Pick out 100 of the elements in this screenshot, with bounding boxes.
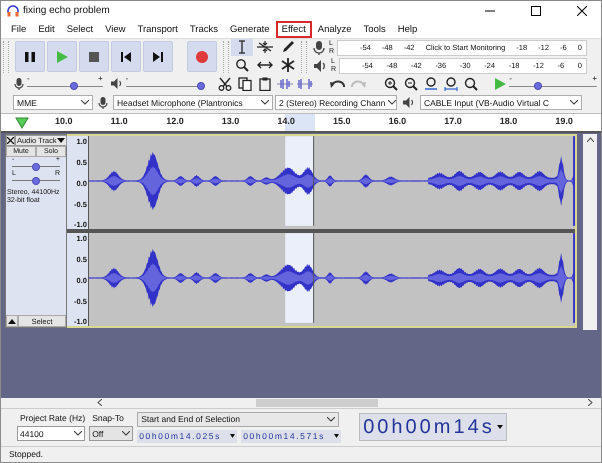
asterisk-icon [281,58,295,72]
selection-start-time[interactable]: 00h00m14.025s [137,430,238,443]
close-icon [7,137,14,144]
menu-item[interactable]: View [99,20,132,38]
pencil-icon [281,40,295,54]
zoom-in-icon [384,76,398,91]
zoom-out-icon [404,76,418,91]
project-rate-label: Project Rate (Hz) [19,413,86,424]
timeline-label: 14.0 [277,116,295,126]
menu-item[interactable]: Tools [358,20,392,38]
slider-thumb[interactable] [534,82,542,90]
skip-to-start-button[interactable] [111,41,141,72]
slider-min-label: - [26,74,30,83]
caret-icon [570,100,578,106]
menu-item[interactable]: File [5,20,32,38]
selection-mode-dropdown[interactable]: Start and End of Selection [137,412,340,427]
stop-button[interactable] [79,41,109,72]
menu-item[interactable]: Generate [224,20,276,38]
slider-thumb[interactable] [32,177,40,186]
magnifier-icon [464,76,478,91]
caret-icon [334,434,340,438]
envelope-icon [257,40,273,54]
status-text: Stopped. [9,449,44,460]
triangle-up-icon [8,318,16,324]
menu-item[interactable]: Effect [276,20,312,38]
speaker-icon[interactable] [313,58,327,73]
skip-to-end-button[interactable] [143,41,173,72]
snap-to-dropdown[interactable]: Off [89,426,134,442]
fit-project-icon [444,76,458,91]
caret-icon [388,100,396,106]
trim-icon [276,78,293,90]
fit-selection-icon [424,76,438,91]
recording-volume-slider[interactable]: - + [26,76,103,91]
slider-min-label: - [126,74,128,83]
caret-icon [261,100,269,106]
i-beam-icon [236,40,248,54]
maximize-icon[interactable] [531,6,541,16]
scroll-right-icon[interactable] [588,399,593,406]
audio-host-dropdown[interactable]: MME [13,95,93,110]
menu-item[interactable]: Help [392,20,424,38]
caret-icon [74,431,82,436]
play-at-speed-slider[interactable]: - + [509,76,597,91]
close-track-button[interactable] [6,135,15,146]
scroll-up-icon[interactable] [586,137,594,142]
selection-tool-button[interactable] [231,38,253,56]
menu-item[interactable]: Transport [132,20,184,38]
copy-icon [238,76,252,91]
close-icon[interactable] [577,6,587,16]
audio-position-time[interactable]: 00h00m14s [359,413,508,442]
waveform-drawing[interactable] [88,233,575,324]
menu-item[interactable]: Select [60,20,100,38]
window-title: fixing echo problem [23,5,110,16]
timeline-label: 12.0 [166,116,184,126]
slider-thumb[interactable] [197,82,206,90]
skip-to-start-icon [120,50,132,63]
skip-to-end-icon [152,50,164,63]
play-icon [492,76,507,91]
silence-icon [296,78,313,90]
selection-end-time[interactable]: 00h00m14.571s [241,430,342,443]
scroll-left-icon[interactable] [97,399,102,406]
timeline-label: 11.0 [110,116,128,126]
caret-icon [56,138,65,144]
project-rate-combo[interactable]: 44100 [17,426,86,442]
slider-thumb[interactable] [32,163,40,172]
record-icon [195,50,209,64]
slider-max-label: + [98,74,103,83]
caret-icon [81,100,89,106]
caret-icon [497,425,504,430]
caret-icon [230,434,236,438]
speaker-icon [402,96,415,110]
caret-icon [122,431,130,436]
playback-device-dropdown[interactable]: CABLE Input (VB-Audio Virtual C [420,95,582,110]
timeline-label: 17.0 [444,116,462,126]
scrollbar-thumb[interactable] [256,398,378,407]
collapse-button[interactable] [6,315,18,328]
stop-icon [88,50,100,63]
waveform-drawing[interactable] [88,136,575,226]
timeline-label: 19.0 [555,116,573,126]
menu-item[interactable]: Tracks [184,20,224,38]
microphone-icon [98,96,108,110]
slider-thumb[interactable] [70,82,78,90]
scissors-icon [218,76,232,91]
slider-min-label: - [509,74,512,83]
pin-playhead-icon[interactable] [15,116,29,129]
timeline-label: 13.0 [222,116,240,126]
timeline-label: 10.0 [55,116,73,126]
play-icon [55,50,69,64]
menu-item[interactable]: Analyze [312,20,358,38]
recording-device-dropdown[interactable]: Headset Microphone (Plantronics [113,95,273,110]
snap-to-label: Snap-To [91,413,125,424]
pause-icon [24,50,36,63]
timeline-label: 15.0 [333,116,351,126]
menu-item[interactable]: Edit [32,20,61,38]
microphone-icon [14,76,24,91]
pause-button[interactable] [15,41,45,72]
recording-channels-dropdown[interactable]: 2 (Stereo) Recording Chann [275,95,397,110]
timeline-label: 16.0 [388,116,406,126]
clipboard-icon [258,76,272,91]
headphones-icon [7,4,19,17]
microphone-icon[interactable] [313,40,325,56]
